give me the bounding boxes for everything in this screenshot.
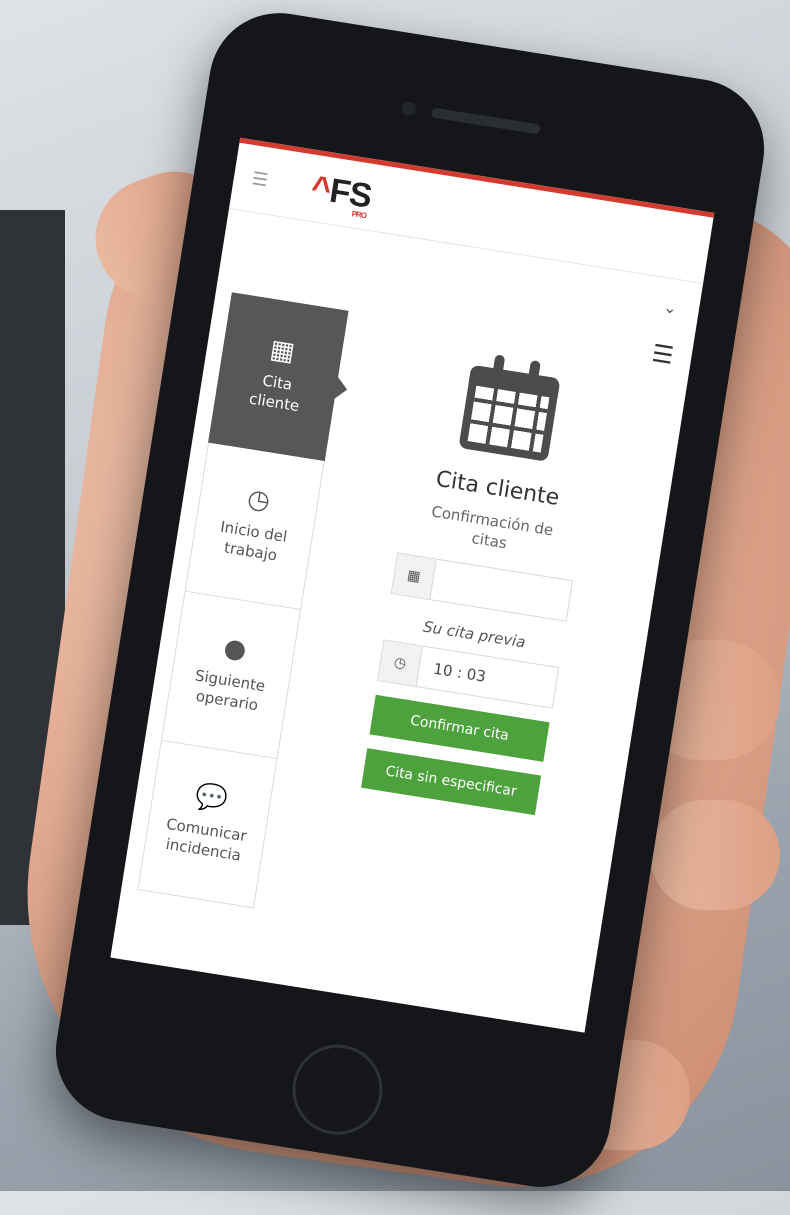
date-input[interactable] [430, 560, 572, 621]
time-input[interactable]: 10 : 03 [417, 647, 559, 708]
calendar-icon: ▦ [267, 334, 297, 368]
sidebar-item-siguiente-operario[interactable]: ● Siguiente operario [160, 591, 302, 760]
sidebar-item-inicio-trabajo[interactable]: ◷ Inicio del trabajo [184, 442, 325, 611]
clock-icon: ◷ [378, 640, 423, 687]
logo-sub: PRO [351, 208, 367, 220]
time-field[interactable]: ◷ 10 : 03 [376, 639, 560, 709]
unspecified-appointment-button[interactable]: Cita sin especificar [361, 748, 542, 816]
chevron-down-icon[interactable]: ⌄ [662, 297, 678, 318]
previous-appointment-label: Su cita previa [422, 617, 527, 652]
hamburger-icon[interactable]: ☰ [250, 168, 293, 195]
chat-icon: 💬 [193, 781, 230, 816]
calendar-icon [458, 354, 561, 462]
calendar-icon: ▦ [391, 553, 437, 600]
clock-icon: ◷ [245, 483, 273, 517]
page-subtitle: Confirmación de citas [430, 502, 555, 553]
hamburger-icon[interactable]: ☰ [650, 339, 676, 370]
sidebar-item-label: cliente [247, 389, 301, 416]
user-icon: ● [221, 632, 249, 666]
finger-2 [650, 800, 780, 910]
logo: ^FS PRO [308, 168, 374, 220]
sidebar-item-cita-cliente[interactable]: ▦ Cita cliente [208, 292, 349, 461]
sidebar-item-comunicar-incidencia[interactable]: 💬 Comunicar incidencia [137, 740, 278, 909]
date-field[interactable]: ▦ [390, 552, 574, 622]
logo-text: FS [327, 171, 374, 216]
